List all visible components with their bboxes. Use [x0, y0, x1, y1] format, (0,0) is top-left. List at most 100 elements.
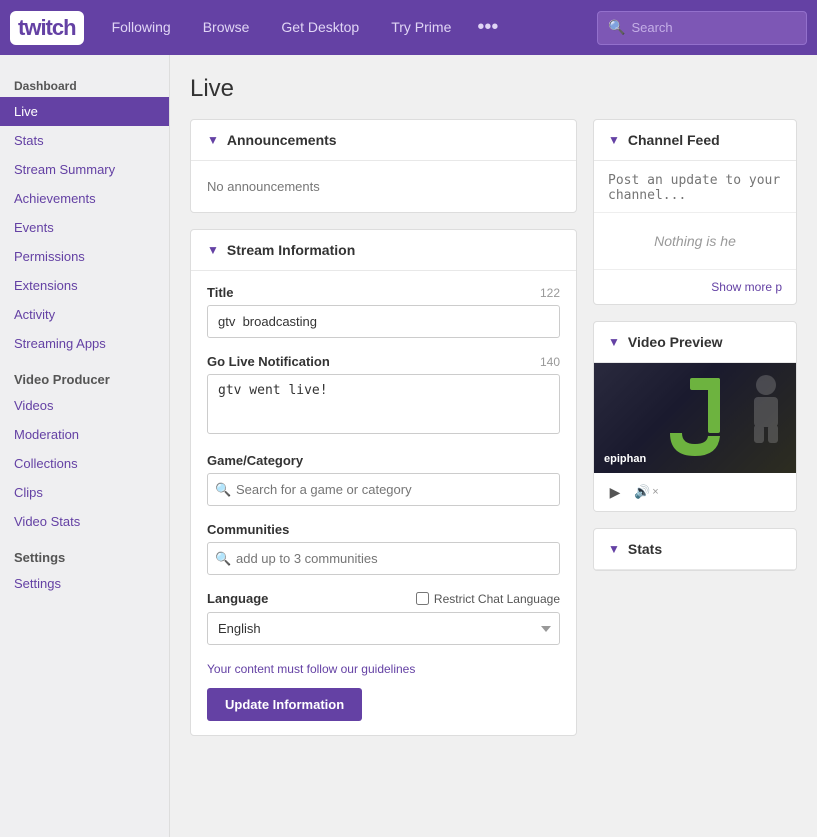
- game-search-wrap: 🔍: [207, 473, 560, 506]
- title-input[interactable]: [207, 305, 560, 338]
- video-controls: ▶ 🔊 ×: [594, 473, 796, 511]
- search-input[interactable]: [631, 20, 791, 35]
- announcements-caret-icon: ▼: [207, 133, 219, 147]
- communities-group: Communities 🔍: [207, 522, 560, 575]
- go-live-group: Go Live Notification 140 gtv went live!: [207, 354, 560, 437]
- language-label-row: Language Restrict Chat Language: [207, 591, 560, 606]
- content-columns: ▼ Announcements No announcements ▼ Strea…: [190, 119, 797, 752]
- title-group: Title 122: [207, 285, 560, 338]
- video-producer-title: Video Producer: [0, 358, 169, 391]
- main-content: Live ▼ Announcements No announcements: [170, 55, 817, 837]
- restrict-chat-checkbox[interactable]: [416, 592, 429, 605]
- channel-feed-title: Channel Feed: [628, 132, 720, 148]
- stats-panel: ▼ Stats: [593, 528, 797, 571]
- stats-caret-icon: ▼: [608, 542, 620, 556]
- stream-info-title: Stream Information: [227, 242, 355, 258]
- game-label: Game/Category: [207, 453, 303, 468]
- logo-text: twitch: [18, 15, 76, 41]
- person-silhouette: [746, 373, 786, 443]
- restrict-chat-text: Restrict Chat Language: [434, 592, 560, 606]
- game-search-icon: 🔍: [215, 482, 231, 498]
- search-icon: 🔍: [608, 19, 625, 36]
- sidebar: Dashboard Live Stats Stream Summary Achi…: [0, 55, 170, 837]
- video-preview-header[interactable]: ▼ Video Preview: [594, 322, 796, 363]
- stream-info-body: Title 122 Go Live Notification 140 gtv w…: [191, 271, 576, 735]
- announcements-panel: ▼ Announcements No announcements: [190, 119, 577, 213]
- nothing-text: Nothing is he: [654, 233, 736, 249]
- stats-title: Stats: [628, 541, 662, 557]
- nav-get-desktop[interactable]: Get Desktop: [267, 0, 373, 55]
- communities-label: Communities: [207, 522, 289, 537]
- language-label: Language: [207, 591, 268, 606]
- title-counter: 122: [540, 286, 560, 300]
- restrict-chat-label[interactable]: Restrict Chat Language: [416, 592, 560, 606]
- sidebar-item-collections[interactable]: Collections: [0, 449, 169, 478]
- game-label-row: Game/Category: [207, 453, 560, 468]
- page-layout: Dashboard Live Stats Stream Summary Achi…: [0, 55, 817, 837]
- left-column: ▼ Announcements No announcements ▼ Strea…: [190, 119, 577, 752]
- no-announcements-text: No announcements: [207, 175, 560, 198]
- update-information-button[interactable]: Update Information: [207, 688, 362, 721]
- announcements-title: Announcements: [227, 132, 337, 148]
- guidelines-link[interactable]: Your content must follow our guidelines: [207, 662, 415, 676]
- epiphan-label: epiphan: [604, 453, 646, 465]
- communities-input[interactable]: [207, 542, 560, 575]
- video-preview-caret-icon: ▼: [608, 335, 620, 349]
- sidebar-item-streaming-apps[interactable]: Streaming Apps: [0, 329, 169, 358]
- sidebar-item-achievements[interactable]: Achievements: [0, 184, 169, 213]
- epiphan-j-logo: [660, 378, 730, 458]
- language-group: Language Restrict Chat Language English: [207, 591, 560, 645]
- communities-search-wrap: 🔍: [207, 542, 560, 575]
- go-live-label: Go Live Notification: [207, 354, 330, 369]
- channel-feed-header[interactable]: ▼ Channel Feed: [594, 120, 796, 161]
- show-more-link[interactable]: Show more p: [594, 269, 796, 304]
- sidebar-item-extensions[interactable]: Extensions: [0, 271, 169, 300]
- sidebar-item-moderation[interactable]: Moderation: [0, 420, 169, 449]
- sidebar-item-stats[interactable]: Stats: [0, 126, 169, 155]
- stats-header[interactable]: ▼ Stats: [594, 529, 796, 570]
- dashboard-title: Dashboard: [0, 69, 169, 97]
- more-menu-button[interactable]: •••: [469, 0, 506, 55]
- go-live-input[interactable]: gtv went live!: [207, 374, 560, 434]
- settings-section-title: Settings: [0, 536, 169, 569]
- sidebar-item-video-stats[interactable]: Video Stats: [0, 507, 169, 536]
- sidebar-item-stream-summary[interactable]: Stream Summary: [0, 155, 169, 184]
- language-select[interactable]: English: [207, 612, 560, 645]
- communities-search-icon: 🔍: [215, 551, 231, 567]
- nav-following[interactable]: Following: [98, 0, 185, 55]
- channel-feed-input[interactable]: [594, 161, 796, 209]
- game-category-group: Game/Category 🔍: [207, 453, 560, 506]
- video-preview-title: Video Preview: [628, 334, 723, 350]
- channel-feed-panel: ▼ Channel Feed Nothing is he Show more p: [593, 119, 797, 305]
- sidebar-item-videos[interactable]: Videos: [0, 391, 169, 420]
- volume-icon: 🔊: [634, 484, 650, 500]
- channel-feed-caret-icon: ▼: [608, 133, 620, 147]
- sidebar-item-events[interactable]: Events: [0, 213, 169, 242]
- sidebar-item-permissions[interactable]: Permissions: [0, 242, 169, 271]
- sidebar-item-live[interactable]: Live: [0, 97, 169, 126]
- nav-try-prime[interactable]: Try Prime: [377, 0, 465, 55]
- game-search-input[interactable]: [207, 473, 560, 506]
- sidebar-item-activity[interactable]: Activity: [0, 300, 169, 329]
- sidebar-item-clips[interactable]: Clips: [0, 478, 169, 507]
- communities-label-row: Communities: [207, 522, 560, 537]
- go-live-counter: 140: [540, 355, 560, 369]
- sidebar-item-settings[interactable]: Settings: [0, 569, 169, 598]
- announcements-header[interactable]: ▼ Announcements: [191, 120, 576, 161]
- video-preview-panel: ▼ Video Preview: [593, 321, 797, 512]
- channel-feed-empty: Nothing is he: [594, 212, 796, 269]
- announcements-body: No announcements: [191, 161, 576, 212]
- right-column: ▼ Channel Feed Nothing is he Show more p…: [577, 119, 797, 752]
- twitch-logo[interactable]: twitch: [10, 11, 84, 45]
- page-title: Live: [190, 75, 797, 103]
- stream-info-header[interactable]: ▼ Stream Information: [191, 230, 576, 271]
- title-label: Title: [207, 285, 234, 300]
- video-thumbnail: epiphan: [594, 363, 796, 473]
- play-button[interactable]: ▶: [604, 481, 626, 503]
- volume-control[interactable]: 🔊 ×: [634, 484, 659, 500]
- stream-info-panel: ▼ Stream Information Title 122: [190, 229, 577, 736]
- mute-icon: ×: [652, 486, 658, 498]
- top-navigation: twitch Following Browse Get Desktop Try …: [0, 0, 817, 55]
- nav-browse[interactable]: Browse: [189, 0, 264, 55]
- search-box: 🔍: [597, 11, 807, 45]
